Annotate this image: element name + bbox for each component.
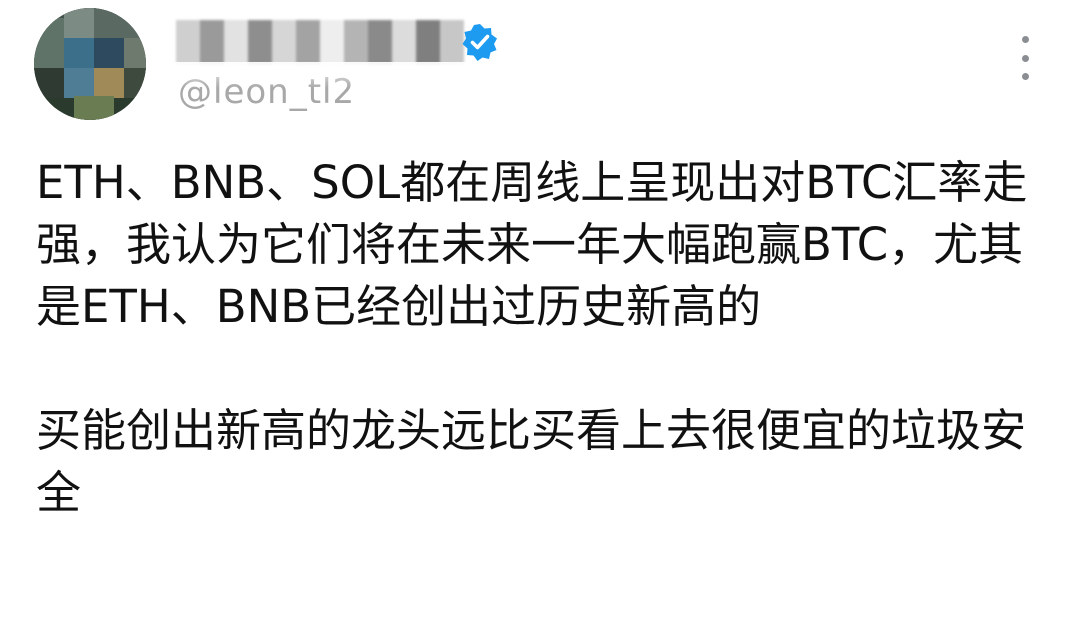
tweet-text: ETH、BNB、SOL都在周线上呈现出对BTC汇率走强，我认为它们将在未来一年大… [36, 156, 1028, 519]
more-vertical-icon [1021, 36, 1029, 43]
tweet-card: @leon_tl2 ETH、BNB、SOL都在周线上呈现出对BTC汇率走强，我认… [0, 0, 1080, 624]
avatar[interactable] [34, 8, 146, 120]
more-options-button[interactable] [1010, 36, 1040, 80]
pixelated-name [176, 20, 464, 64]
handle-blur-overlay [170, 62, 510, 88]
display-name-obscured[interactable] [176, 18, 464, 66]
verified-badge-icon [462, 24, 497, 61]
